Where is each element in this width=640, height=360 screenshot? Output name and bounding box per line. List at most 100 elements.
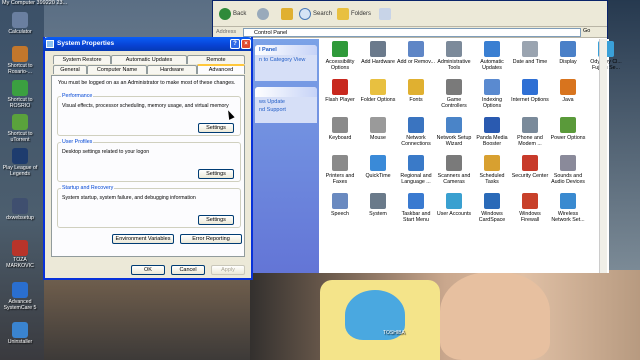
control-panel-item[interactable]: Speech [321,193,359,217]
tab-remote[interactable]: Remote [187,55,245,64]
control-panel-item[interactable]: Administrative Tools [435,41,473,71]
control-panel-item[interactable]: Sounds and Audio Devices [549,155,587,185]
windows-update-link[interactable]: ws Update [255,97,317,107]
close-button[interactable]: × [241,39,251,49]
control-panel-item[interactable]: System [359,193,397,217]
back-button[interactable]: Back [219,7,246,21]
apply-button[interactable]: Apply [211,265,245,275]
wireless-icon [560,193,576,209]
task-pane: l Panel n to Category View ws Update nd … [251,39,319,273]
performance-settings-button[interactable]: Settings [198,123,234,133]
control-panel-item[interactable]: Windows Firewall [511,193,549,223]
control-panel-item[interactable]: Phone and Modem ... [511,117,549,147]
control-panel-item-label: Add Hardware [361,59,395,65]
control-panel-item[interactable]: Network Setup Wizard [435,117,473,147]
views-button[interactable] [379,7,393,21]
ok-button[interactable]: OK [131,265,165,275]
control-panel-item-label: Windows CardSpace [478,211,506,223]
tasks-icon [484,155,500,171]
vertical-scrollbar[interactable] [599,39,607,273]
control-panel-item[interactable]: Wireless Network Set... [549,193,587,223]
environment-variables-button[interactable]: Environment Variables [112,234,174,244]
tab-system-restore[interactable]: System Restore [53,55,111,64]
help-support-link[interactable]: nd Support [255,107,317,115]
control-panel-item[interactable]: Regional and Language ... [397,155,435,185]
control-panel-item[interactable]: Java [549,79,587,103]
shortcut-icon [12,46,28,62]
phone-icon [522,117,538,133]
control-panel-item[interactable]: Scheduled Tasks [473,155,511,185]
startup-recovery-settings-button[interactable]: Settings [198,215,234,225]
desktop-shortcut[interactable]: Shortcut to uTorrent [0,114,40,143]
control-panel-item[interactable]: Power Options [549,117,587,141]
control-panel-item[interactable]: Accessibility Options [321,41,359,71]
control-panel-item[interactable]: Scanners and Cameras [435,155,473,185]
desktop-shortcut-label: Play League of Legends [2,165,38,177]
performance-title: Performance [61,93,94,99]
control-panel-item[interactable]: Security Center [511,155,549,179]
control-panel-item[interactable]: Mouse [359,117,397,141]
control-panel-item[interactable]: Display [549,41,587,65]
game-icon [12,148,28,164]
control-panel-item[interactable]: Add Hardware [359,41,397,65]
systemcare-icon [12,282,28,298]
up-button[interactable] [281,7,295,21]
control-panel-item-label: Folder Options [360,97,396,103]
control-panel-item[interactable]: Panda Media Booster [473,117,511,147]
address-bar: Address Control Panel Go [213,27,607,38]
switch-to-category-view-link[interactable]: n to Category View [255,55,317,65]
control-panel-item[interactable]: Windows CardSpace [473,193,511,223]
back-arrow-icon [219,8,231,20]
control-panel-item-label: User Accounts [436,211,472,217]
tab-automatic-updates[interactable]: Automatic Updates [111,55,187,64]
control-panel-item[interactable]: Folder Options [359,79,397,103]
tab-computer-name[interactable]: Computer Name [87,65,147,74]
user-profiles-settings-button[interactable]: Settings [198,169,234,179]
cancel-button[interactable]: Cancel [171,265,205,275]
dialog-titlebar[interactable]: System Properties ? × [43,37,253,51]
control-panel-item[interactable]: User Accounts [435,193,473,217]
control-panel-item[interactable]: Flash Player [321,79,359,103]
address-input[interactable]: Control Panel [243,28,581,37]
error-reporting-button[interactable]: Error Reporting [180,234,242,244]
control-panel-item-label: Security Center [511,173,549,179]
control-panel-item[interactable]: Taskbar and Start Menu [397,193,435,223]
desktop-shortcut[interactable]: Shortcut to ROSRIO [0,80,40,109]
control-panel-item[interactable]: Fonts [397,79,435,103]
control-panel-item[interactable]: Date and Time [511,41,549,65]
control-panel-item[interactable]: Indexing Options [473,79,511,109]
forward-button[interactable] [257,7,271,21]
control-panel-item[interactable]: QuickTime [359,155,397,179]
control-panel-item[interactable]: Keyboard [321,117,359,141]
control-panel-item-label: Indexing Options [481,97,503,109]
desktop-shortcut[interactable]: Uninstaller [0,322,40,345]
control-panel-item[interactable]: Game Controllers [435,79,473,109]
tab-hardware[interactable]: Hardware [147,65,197,74]
help-button[interactable]: ? [230,39,240,49]
toolbar: Back Search Folders [213,1,607,27]
control-panel-item-label: Sounds and Audio Devices [551,173,585,185]
desktop-shortcut[interactable]: TOZA MARKOVIC [0,240,40,269]
indexing-icon [484,79,500,95]
desktop-shortcut[interactable]: Calculator [0,12,40,35]
desktop-shortcut-label: Shortcut to ROSRIO [7,97,33,109]
control-panel-item[interactable]: Printers and Faxes [321,155,359,185]
desktop-shortcut[interactable]: dxwebsetup [0,198,40,221]
go-button[interactable]: Go [583,28,590,34]
desktop-shortcut[interactable]: Shortcut to Rosario-... [0,46,40,75]
control-panel-item[interactable]: Network Connections [397,117,435,147]
search-button[interactable]: Search [299,7,332,21]
control-panel-item-label: Network Connections [401,135,431,147]
control-panel-item[interactable]: Internet Options [511,79,549,103]
control-panel-item[interactable]: Automatic Updates [473,41,511,71]
back-label: Back [233,11,247,17]
control-panel-item[interactable]: Add or Remov... [397,41,435,65]
control-panel-item-label: Accessibility Options [325,59,355,71]
folders-button[interactable]: Folders [337,7,371,21]
desktop-shortcut[interactable]: Play League of Legends [0,148,40,177]
tab-advanced[interactable]: Advanced [197,64,245,74]
tab-general[interactable]: General [53,65,87,74]
desktop-shortcut-label: Uninstaller [7,339,33,345]
panda-icon [484,117,500,133]
desktop-shortcut[interactable]: Advanced SystemCare 5 [0,282,40,311]
